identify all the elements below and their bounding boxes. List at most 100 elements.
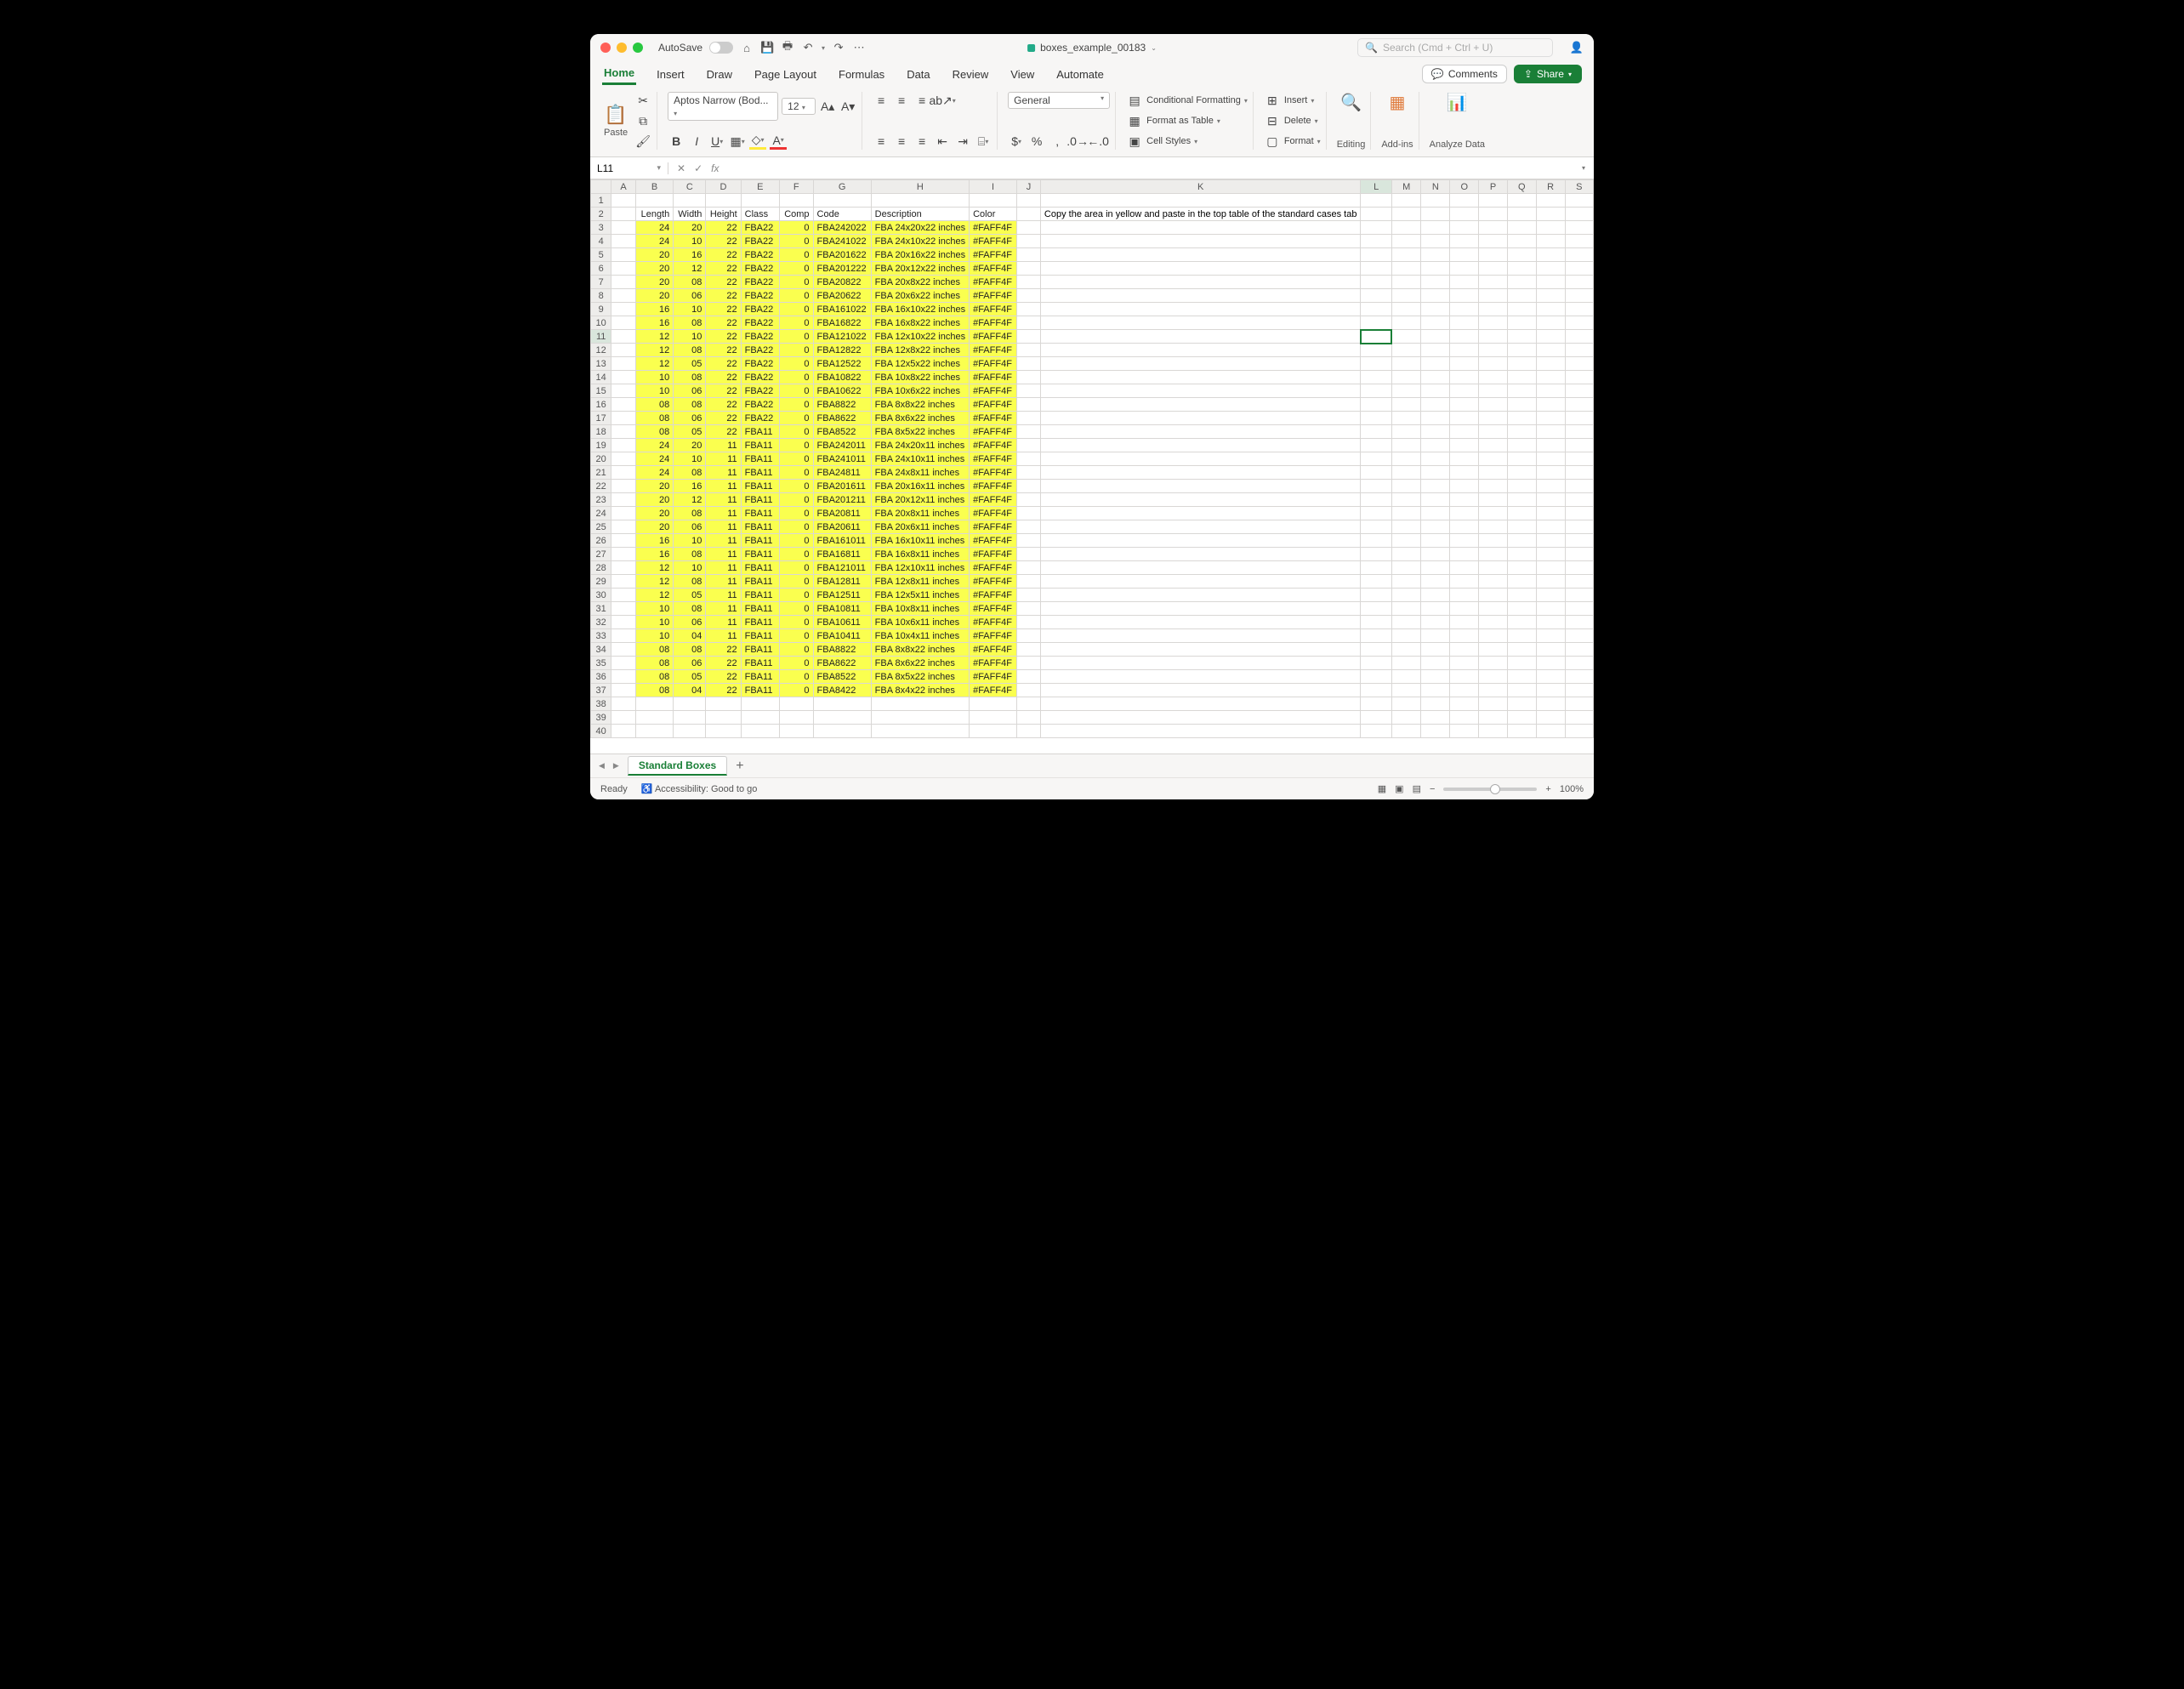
cell-O6[interactable]	[1450, 262, 1479, 276]
cell-J3[interactable]	[1017, 221, 1041, 235]
cell-Q7[interactable]	[1507, 276, 1536, 289]
cell-K18[interactable]	[1040, 425, 1361, 439]
cell-N4[interactable]	[1421, 235, 1450, 248]
cell-K7[interactable]	[1040, 276, 1361, 289]
cell-E25[interactable]: FBA11	[741, 520, 779, 534]
column-header-H[interactable]: H	[871, 180, 969, 194]
cell-S6[interactable]	[1565, 262, 1593, 276]
cell-N1[interactable]	[1421, 194, 1450, 208]
column-header-D[interactable]: D	[706, 180, 741, 194]
cell-C26[interactable]: 10	[674, 534, 706, 548]
cell-I38[interactable]	[970, 697, 1017, 711]
cell-G3[interactable]: FBA242022	[813, 221, 871, 235]
cell-N9[interactable]	[1421, 303, 1450, 316]
cell-Q35[interactable]	[1507, 657, 1536, 670]
cell-S12[interactable]	[1565, 344, 1593, 357]
cell-G37[interactable]: FBA8422	[813, 684, 871, 697]
cell-D12[interactable]: 22	[706, 344, 741, 357]
cell-C32[interactable]: 06	[674, 616, 706, 629]
cell-L28[interactable]	[1361, 561, 1391, 575]
cell-Q30[interactable]	[1507, 589, 1536, 602]
cell-B35[interactable]: 08	[635, 657, 674, 670]
overflow-icon[interactable]: ⋯	[852, 41, 866, 54]
cell-G9[interactable]: FBA161022	[813, 303, 871, 316]
row-header-27[interactable]: 27	[591, 548, 611, 561]
cell-S30[interactable]	[1565, 589, 1593, 602]
cell-G1[interactable]	[813, 194, 871, 208]
cell-I15[interactable]: #FAFF4F	[970, 384, 1017, 398]
cell-E38[interactable]	[741, 697, 779, 711]
cell-R21[interactable]	[1536, 466, 1565, 480]
cell-Q34[interactable]	[1507, 643, 1536, 657]
cell-O7[interactable]	[1450, 276, 1479, 289]
cell-O5[interactable]	[1450, 248, 1479, 262]
cell-A6[interactable]	[611, 262, 635, 276]
cell-A37[interactable]	[611, 684, 635, 697]
cell-M14[interactable]	[1391, 371, 1421, 384]
editing-group[interactable]: 🔍 Editing	[1332, 92, 1372, 150]
sheet-next-icon[interactable]: ▶	[613, 761, 619, 771]
paste-icon[interactable]: 📋	[604, 104, 628, 126]
cell-B22[interactable]: 20	[635, 480, 674, 493]
tab-home[interactable]: Home	[602, 63, 636, 85]
cell-P1[interactable]	[1479, 194, 1507, 208]
cell-P11[interactable]	[1479, 330, 1507, 344]
cell-B8[interactable]: 20	[635, 289, 674, 303]
view-normal-icon[interactable]: ▦	[1378, 783, 1386, 794]
row-header-38[interactable]: 38	[591, 697, 611, 711]
cell-P33[interactable]	[1479, 629, 1507, 643]
fill-color-icon[interactable]: ◇▾	[749, 133, 766, 150]
cell-A8[interactable]	[611, 289, 635, 303]
close-icon[interactable]	[600, 43, 611, 53]
tab-view[interactable]: View	[1009, 65, 1036, 84]
cell-R37[interactable]	[1536, 684, 1565, 697]
cell-E37[interactable]: FBA11	[741, 684, 779, 697]
cell-B32[interactable]: 10	[635, 616, 674, 629]
cell-Q3[interactable]	[1507, 221, 1536, 235]
cell-H7[interactable]: FBA 20x8x22 inches	[871, 276, 969, 289]
cell-S20[interactable]	[1565, 452, 1593, 466]
cell-M30[interactable]	[1391, 589, 1421, 602]
comments-button[interactable]: 💬 Comments	[1422, 65, 1507, 83]
cell-D14[interactable]: 22	[706, 371, 741, 384]
cell-N25[interactable]	[1421, 520, 1450, 534]
align-left-icon[interactable]: ≡	[873, 133, 890, 150]
cell-R40[interactable]	[1536, 725, 1565, 738]
cell-S2[interactable]	[1565, 208, 1593, 221]
cell-G2[interactable]: Code	[813, 208, 871, 221]
cell-N16[interactable]	[1421, 398, 1450, 412]
cell-P29[interactable]	[1479, 575, 1507, 589]
cell-D38[interactable]	[706, 697, 741, 711]
cell-O40[interactable]	[1450, 725, 1479, 738]
cell-A15[interactable]	[611, 384, 635, 398]
cell-I32[interactable]: #FAFF4F	[970, 616, 1017, 629]
cell-E35[interactable]: FBA11	[741, 657, 779, 670]
cell-D15[interactable]: 22	[706, 384, 741, 398]
cell-R34[interactable]	[1536, 643, 1565, 657]
cell-A39[interactable]	[611, 711, 635, 725]
cell-E17[interactable]: FBA22	[741, 412, 779, 425]
cell-M33[interactable]	[1391, 629, 1421, 643]
cell-I36[interactable]: #FAFF4F	[970, 670, 1017, 684]
cell-D27[interactable]: 11	[706, 548, 741, 561]
column-header-L[interactable]: L	[1361, 180, 1391, 194]
cell-F31[interactable]: 0	[779, 602, 813, 616]
cell-Q21[interactable]	[1507, 466, 1536, 480]
cell-F5[interactable]: 0	[779, 248, 813, 262]
decrease-indent-icon[interactable]: ⇤	[934, 133, 951, 150]
cell-P39[interactable]	[1479, 711, 1507, 725]
cell-L1[interactable]	[1361, 194, 1391, 208]
cell-M31[interactable]	[1391, 602, 1421, 616]
cell-F13[interactable]: 0	[779, 357, 813, 371]
cell-F8[interactable]: 0	[779, 289, 813, 303]
cell-A16[interactable]	[611, 398, 635, 412]
cell-O3[interactable]	[1450, 221, 1479, 235]
align-center-icon[interactable]: ≡	[893, 133, 910, 150]
cell-H14[interactable]: FBA 10x8x22 inches	[871, 371, 969, 384]
zoom-level[interactable]: 100%	[1560, 784, 1584, 794]
cell-L13[interactable]	[1361, 357, 1391, 371]
cell-J40[interactable]	[1017, 725, 1041, 738]
cell-L11[interactable]	[1361, 330, 1391, 344]
cell-B24[interactable]: 20	[635, 507, 674, 520]
view-page-layout-icon[interactable]: ▣	[1395, 783, 1403, 794]
